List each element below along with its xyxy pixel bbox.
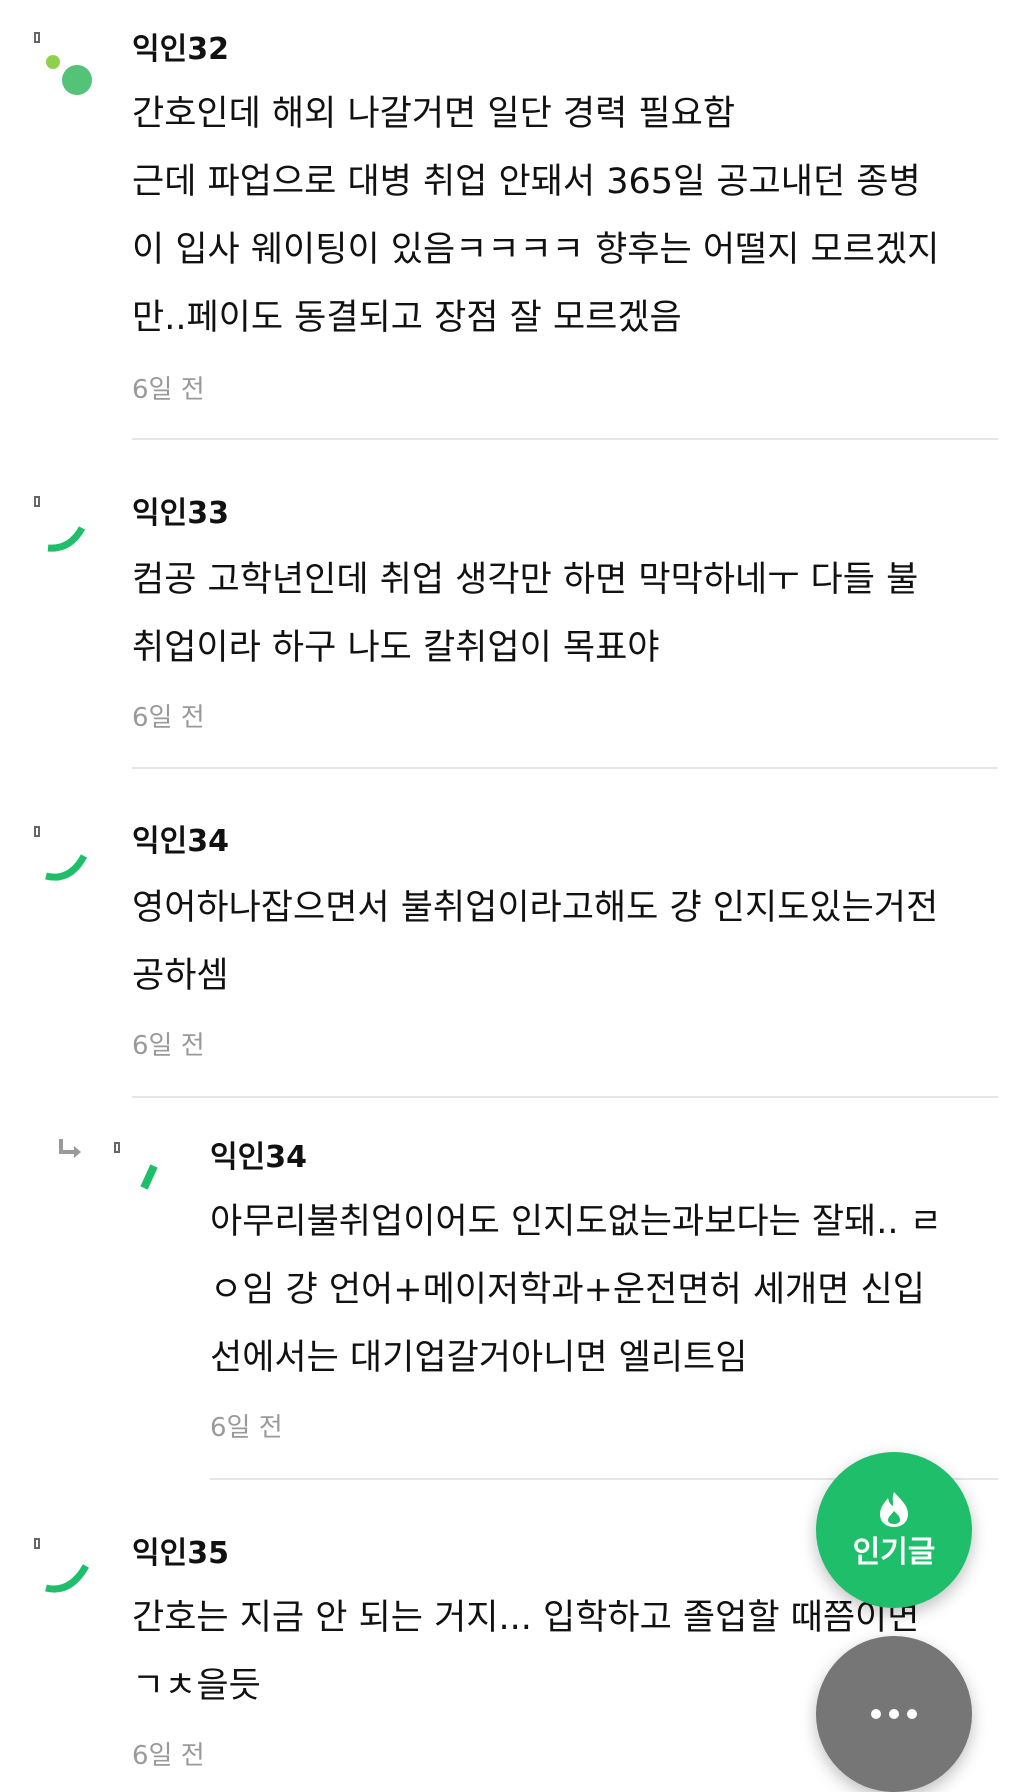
comment-time: 6일 전: [132, 375, 205, 405]
comment-author[interactable]: 익인32: [132, 32, 229, 68]
avatar[interactable]: [34, 826, 104, 896]
more-button[interactable]: [816, 1636, 972, 1792]
avatar[interactable]: [114, 1142, 184, 1212]
comment-body: 아무리불취업이어도 인지도없는과보다는 잘돼.. ㄹ ㅇ임 걍 언어+메이저학과…: [210, 1202, 942, 1378]
comment-author[interactable]: 익인35: [132, 1536, 229, 1572]
avatar[interactable]: [34, 1538, 104, 1608]
comment-time: 6일 전: [210, 1413, 283, 1443]
avatar[interactable]: [34, 32, 104, 102]
comment-body: 영어하나잡으면서 불취업이라고해도 걍 인지도있는거전 공하셈: [132, 888, 939, 996]
avatar-arc-icon: [45, 854, 88, 881]
comment-time: 6일 전: [132, 1031, 205, 1061]
popular-posts-label: 인기글: [852, 1535, 936, 1570]
comment-author[interactable]: 익인34: [132, 824, 229, 860]
divider: [132, 438, 998, 440]
divider: [132, 767, 998, 769]
comment-body: 간호인데 해외 나갈거면 일단 경력 필요함 근데 파업으로 대병 취업 안돼서…: [132, 94, 940, 338]
avatar[interactable]: [34, 496, 104, 566]
avatar-arc-icon: [140, 1164, 158, 1190]
comment-time: 6일 전: [132, 703, 205, 733]
avatar-dots-icon: [46, 55, 92, 95]
comment-author[interactable]: 익인33: [132, 496, 229, 532]
popular-posts-button[interactable]: 인기글: [816, 1452, 972, 1608]
comment-author[interactable]: 익인34: [210, 1140, 307, 1176]
reply-arrow-icon: [59, 1139, 81, 1158]
avatar-arc-icon: [45, 1564, 90, 1593]
comment-time: 6일 전: [132, 1741, 205, 1771]
comment-body: 컴공 고학년인데 취업 생각만 하면 막막하네ㅜ 다들 불 취업이라 하구 나도…: [132, 560, 919, 668]
avatar-arc-icon: [47, 526, 86, 552]
flame-icon: [880, 1492, 908, 1527]
more-dots-icon: [871, 1709, 917, 1719]
divider: [132, 1096, 998, 1098]
